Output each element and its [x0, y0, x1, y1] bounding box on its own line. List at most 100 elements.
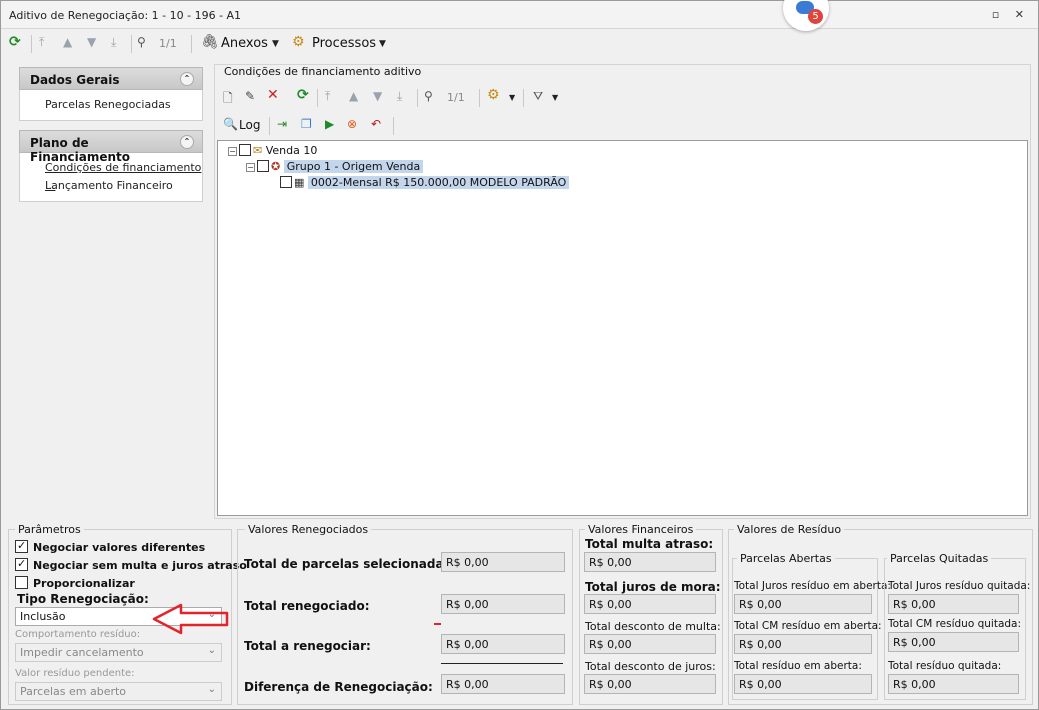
window-title: Aditivo de Renegociação: 1 - 10 - 196 - …	[9, 9, 242, 22]
import-icon[interactable]: ⇥	[277, 117, 287, 131]
next-record-icon[interactable]: ▼	[87, 35, 96, 49]
comportamento-residuo-label: Comportamento resíduo:	[15, 629, 141, 640]
valores-financeiros-legend: Valores Financeiros	[585, 523, 697, 536]
group-title: Plano de Financiamento	[30, 136, 130, 164]
filter-icon[interactable]: ⛛	[533, 89, 543, 104]
play-icon[interactable]: ▶	[325, 117, 334, 131]
negociar-sem-multa-checkbox[interactable]: Negociar sem multa e juros atraso	[15, 557, 247, 572]
cm-residuo-quitada-value: R$ 0,00	[888, 632, 1019, 652]
binoculars-icon[interactable]: ⚲	[137, 35, 146, 49]
new-document-icon[interactable]: 🗋	[223, 89, 233, 110]
toolbar-separator	[317, 89, 318, 107]
toolbar-separator	[479, 89, 480, 107]
refresh-icon[interactable]: ⟳	[9, 34, 21, 50]
parametros-legend: Parâmetros	[15, 523, 84, 536]
paperclip-icon: 🖇	[201, 34, 219, 50]
tree-node-venda[interactable]: − ✉ Venda 10	[228, 144, 317, 157]
group-icon: ✪	[271, 160, 281, 173]
desconto-multa-label: Total desconto de multa:	[585, 620, 721, 633]
first-record-icon[interactable]: ⤒	[39, 35, 44, 50]
tree-checkbox[interactable]	[239, 144, 251, 156]
anexos-menu-button[interactable]: Anexos	[221, 36, 268, 51]
action-toolbar: 🔍 Log ⇥ ❐ ▶ ⊗ ↶	[217, 113, 1028, 139]
chevron-down-icon[interactable]: ▼	[509, 93, 515, 102]
next-record-icon[interactable]: ▼	[373, 89, 382, 103]
chevron-down-icon[interactable]: ▼	[379, 39, 386, 49]
chevron-down-icon[interactable]: ▼	[552, 93, 558, 102]
delete-icon[interactable]: ✕	[267, 87, 279, 103]
window-controls[interactable]: ▫ ✕	[992, 8, 1030, 21]
total-juros-value: R$ 0,00	[584, 594, 716, 614]
toolbar-separator	[417, 89, 418, 107]
chevron-down-icon: ⌄	[207, 684, 216, 695]
gears-icon[interactable]: ⚙	[487, 87, 500, 103]
group-body: Parcelas Renegociadas	[19, 90, 203, 121]
undo-icon[interactable]: ↶	[371, 117, 381, 131]
notification-count-badge: 5	[808, 9, 823, 24]
binoculars-icon[interactable]: ⚲	[424, 89, 433, 103]
group-title: Dados Gerais	[30, 73, 120, 87]
tree-checkbox[interactable]	[257, 160, 269, 172]
collapse-icon[interactable]: ⌃	[180, 72, 194, 86]
toolbar-separator	[191, 35, 192, 53]
conditions-toolbar: 🗋 ✎ ✕ ⟳ ⤒ ▲ ▼ ⤓ ⚲ 1/1 ⚙ ▼ ⛛ ▼	[217, 85, 1028, 111]
main-toolbar: ⟳ ⤒ ▲ ▼ ⤓ ⚲ 1/1 🖇 Anexos ▼ ⚙ Processos ▼	[1, 31, 1038, 57]
nav-item-lancamento-financeiro[interactable]: Lançamento Financeiro	[45, 177, 202, 195]
total-parcelas-value: R$ 0,00	[441, 552, 565, 572]
collapse-icon[interactable]: ⌃	[180, 135, 194, 149]
chevron-down-icon[interactable]: ▼	[272, 39, 279, 49]
total-parcelas-label: Total de parcelas selecionadas:	[244, 557, 456, 571]
record-counter: 1/1	[447, 91, 465, 104]
previous-record-icon[interactable]: ▲	[349, 89, 358, 103]
first-record-icon[interactable]: ⤒	[325, 89, 330, 104]
toolbar-separator	[393, 117, 394, 135]
total-multa-value: R$ 0,00	[584, 552, 716, 572]
tree-node-grupo[interactable]: − ✪ Grupo 1 - Origem Venda	[246, 160, 424, 173]
cancel-icon[interactable]: ⊗	[347, 117, 357, 131]
total-a-renegociar-value: R$ 0,00	[441, 634, 565, 654]
collapse-toggle[interactable]: −	[228, 147, 237, 156]
proporcionalizar-checkbox[interactable]: Proporcionalizar	[15, 576, 135, 590]
diferenca-label: Diferença de Renegociação:	[244, 680, 433, 694]
total-a-renegociar-label: Total a renegociar:	[244, 639, 371, 653]
residuo-aberta-value: R$ 0,00	[734, 674, 872, 694]
nav-item-parcelas-renegociadas[interactable]: Parcelas Renegociadas	[45, 96, 202, 114]
main-window: Aditivo de Renegociação: 1 - 10 - 196 - …	[0, 0, 1039, 710]
edit-icon[interactable]: ✎	[245, 89, 255, 103]
collapse-toggle[interactable]: −	[246, 163, 255, 172]
negociar-valores-checkbox[interactable]: Negociar valores diferentes	[15, 539, 205, 554]
total-multa-label: Total multa atraso:	[585, 537, 714, 551]
log-button[interactable]: Log	[239, 118, 260, 132]
total-renegociado-label: Total renegociado:	[244, 599, 370, 613]
magnifier-icon: 🔍	[223, 117, 238, 131]
minus-sign	[434, 623, 441, 625]
tree-node-label: Grupo 1 - Origem Venda	[283, 160, 424, 173]
tree-checkbox[interactable]	[280, 176, 292, 188]
group-header-plano-financiamento[interactable]: Plano de Financiamento ⌃	[19, 130, 203, 164]
total-renegociado-value: R$ 0,00	[441, 594, 565, 614]
residuo-quitada-value: R$ 0,00	[888, 674, 1019, 694]
cm-residuo-quitada-label: Total CM resíduo quitada:	[888, 618, 1022, 630]
cm-residuo-aberta-label: Total CM resíduo em aberta:	[734, 620, 882, 632]
previous-record-icon[interactable]: ▲	[63, 35, 72, 49]
desconto-juros-label: Total desconto de juros:	[585, 660, 716, 673]
valores-residuo-legend: Valores de Resíduo	[734, 523, 845, 536]
refresh-icon[interactable]: ⟳	[297, 87, 309, 103]
select-value: Parcelas em aberto	[20, 685, 127, 698]
copy-icon[interactable]: ❐	[301, 117, 312, 131]
total-juros-label: Total juros de mora:	[585, 580, 721, 594]
parcelas-abertas-legend: Parcelas Abertas	[737, 552, 835, 565]
tree-node-parcela[interactable]: ▦ 0002-Mensal R$ 150.000,00 MODELO PADRÃ…	[280, 176, 570, 189]
parcelas-quitadas-legend: Parcelas Quitadas	[887, 552, 992, 565]
select-value: Inclusão	[20, 610, 66, 623]
conditions-legend: Condições de financiamento aditivo	[221, 65, 425, 78]
calculator-icon: ▦	[294, 176, 305, 189]
last-record-icon[interactable]: ⤓	[397, 89, 402, 104]
valor-residuo-label: Valor resíduo pendente:	[15, 668, 135, 679]
navigation-panel: Dados Gerais ⌃ Parcelas Renegociadas Pla…	[19, 67, 203, 202]
group-header-dados-gerais[interactable]: Dados Gerais ⌃	[19, 67, 203, 90]
cm-residuo-aberta-value: R$ 0,00	[734, 634, 872, 654]
processos-menu-button[interactable]: Processos	[312, 36, 376, 51]
record-counter: 1/1	[159, 37, 177, 50]
last-record-icon[interactable]: ⤓	[111, 35, 116, 50]
